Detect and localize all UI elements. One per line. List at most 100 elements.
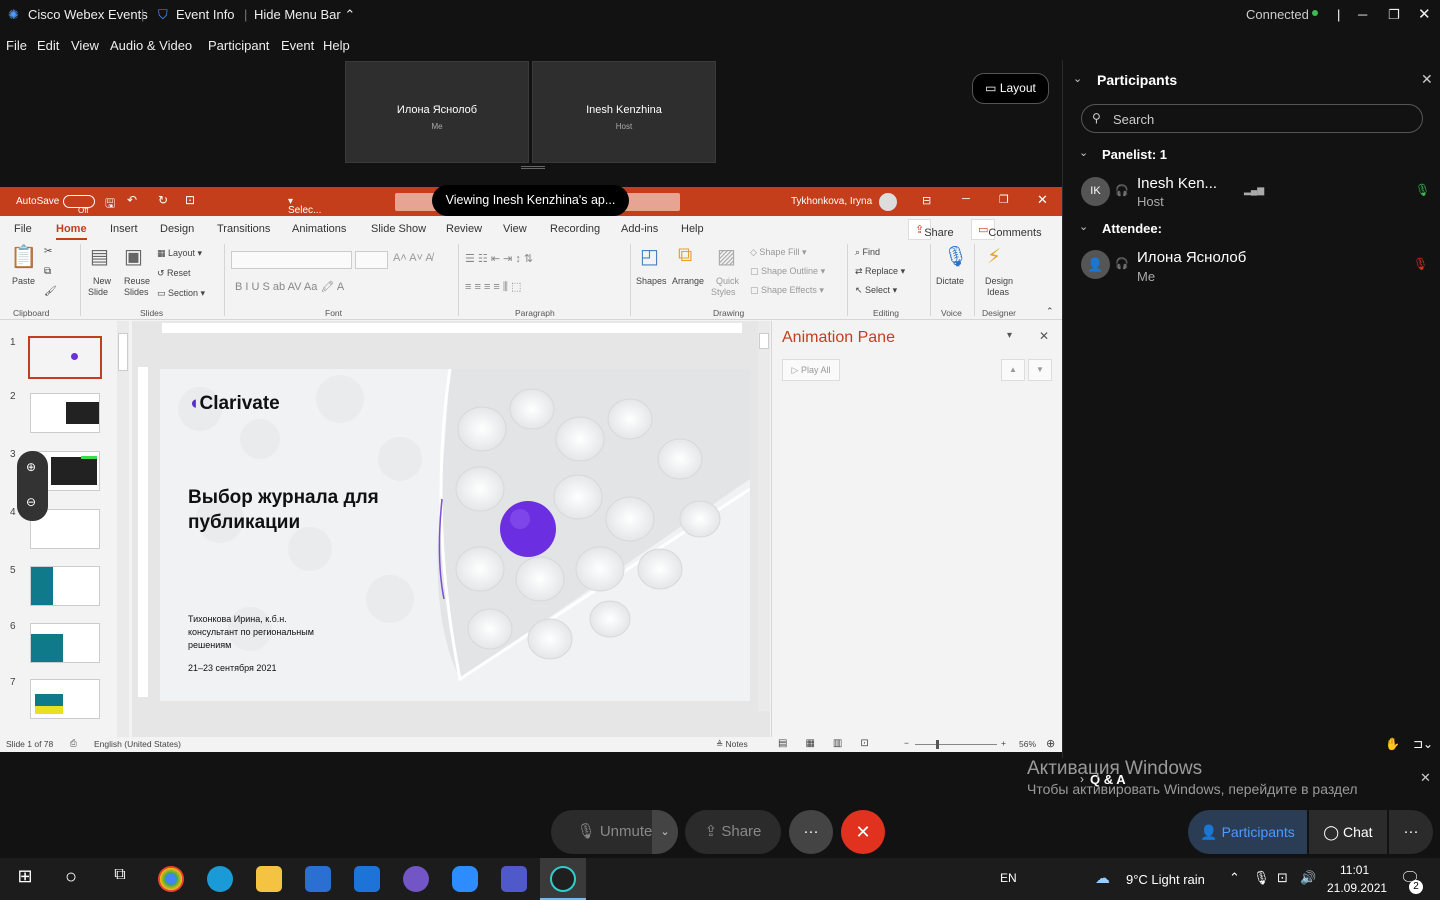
leave-meeting-button[interactable]: ✕ — [841, 810, 885, 854]
raise-hand-icon[interactable]: ✋ — [1385, 737, 1400, 751]
shapes-icon[interactable]: ◰ — [640, 244, 659, 269]
edge-icon[interactable] — [207, 866, 233, 892]
layout-ribbon-button[interactable]: ▦ Layout ▾ — [157, 248, 202, 259]
ppt-close-icon[interactable]: ✕ — [1037, 192, 1048, 208]
ppt-restore-icon[interactable]: ❐ — [999, 193, 1009, 206]
collapse-ribbon-icon[interactable]: ⌃ — [1046, 306, 1054, 317]
teams-icon[interactable] — [501, 866, 527, 892]
qa-chevron-icon[interactable]: › — [1080, 772, 1084, 786]
minimize-icon[interactable]: ─ — [1358, 7, 1367, 22]
input-language[interactable]: EN — [1000, 871, 1017, 885]
task-view-icon[interactable]: ⧉ — [107, 866, 133, 892]
restore-icon[interactable]: ❐ — [1388, 7, 1400, 23]
dictate-button[interactable]: Dictate — [936, 276, 964, 286]
more-reactions-icon[interactable]: ⊐⌄ — [1413, 737, 1433, 751]
find-button[interactable]: ⌕ Find — [855, 247, 880, 258]
participants-toggle-button[interactable]: 👤 Participants — [1188, 810, 1307, 854]
qa-title[interactable]: Q & A — [1090, 772, 1126, 787]
font-size-box[interactable] — [355, 251, 388, 269]
list-buttons[interactable]: ☰ ☷ ⇤ ⇥ ↕ ⇅ — [465, 252, 533, 265]
file-explorer-icon[interactable] — [256, 866, 282, 892]
slide-thumbnail-1[interactable] — [28, 336, 102, 379]
microphone-icon[interactable]: 🎙 — [943, 244, 968, 269]
clock-date[interactable]: 21.09.2021 — [1327, 881, 1387, 895]
tab-review[interactable]: Review — [446, 223, 482, 235]
slide-dates[interactable]: 21–23 сентября 2021 — [188, 663, 276, 673]
editor-scrollbar[interactable] — [758, 321, 770, 711]
tab-add-ins[interactable]: Add-ins — [621, 223, 658, 235]
slide-author[interactable]: Тихонкова Ирина, к.б.н. консультант по ре… — [188, 613, 314, 652]
menu-participant[interactable]: Participant — [208, 38, 269, 53]
copy-icon[interactable]: ⧉ — [44, 266, 51, 277]
viber-icon[interactable] — [403, 866, 429, 892]
design-ideas-icon[interactable]: ⚡ — [987, 244, 1001, 269]
menu-event[interactable]: Event — [281, 38, 314, 53]
reuse-slides-button[interactable]: Slides — [124, 287, 149, 297]
new-slide-button[interactable]: Slide — [88, 287, 108, 297]
reset-button[interactable]: ↺ Reset — [157, 268, 191, 279]
sharing-banner[interactable]: Viewing Inesh Kenzhina's ap... — [432, 185, 629, 216]
quick-styles-icon[interactable]: ▨ — [717, 244, 736, 269]
video-tile-me[interactable]: Илона Яснолоб Me — [345, 61, 529, 163]
tray-mic-icon[interactable]: 🎙 — [1253, 870, 1270, 886]
play-all-button[interactable]: ▷ Play All — [782, 359, 840, 381]
slide-thumbnail-5[interactable] — [30, 566, 100, 606]
tab-transitions[interactable]: Transitions — [217, 223, 270, 235]
share-content-button[interactable]: ⇪ Share — [685, 810, 781, 854]
tab-home[interactable]: Home — [56, 223, 87, 240]
paste-label[interactable]: Paste — [12, 276, 35, 286]
panelist-chevron-icon[interactable]: ⌄ — [1079, 146, 1088, 159]
mail-icon[interactable] — [354, 866, 380, 892]
panelist-header[interactable]: Panelist: 1 — [1102, 147, 1167, 162]
menu-file[interactable]: File — [6, 38, 27, 53]
shapes-button[interactable]: Shapes — [636, 276, 667, 286]
audio-options-chevron-icon[interactable]: ⌄ — [652, 810, 678, 854]
chrome-icon[interactable] — [158, 866, 184, 892]
present-icon[interactable]: ⊡ — [185, 193, 195, 207]
slide-thumbnail-2[interactable] — [30, 393, 100, 433]
shape-outline-button[interactable]: ▢ Shape Outline ▾ — [750, 266, 825, 277]
tab-file[interactable]: File — [14, 223, 32, 235]
event-info-button[interactable]: Event Info — [176, 7, 235, 22]
view-buttons[interactable]: ▤▦▥⊡ — [778, 738, 887, 749]
participant-row-host[interactable]: IK 🎧 Inesh Ken... Host ▂▄▆ 🎙 — [1063, 170, 1440, 214]
windows-start-icon[interactable]: ⊞ — [12, 866, 38, 892]
language-status[interactable]: English (United States) — [94, 739, 181, 749]
attendee-chevron-icon[interactable]: ⌄ — [1079, 220, 1088, 233]
menu-view[interactable]: View — [71, 38, 99, 53]
current-slide[interactable]: ◖Clarivate Выбор журнала для публикации Т… — [160, 369, 750, 701]
zoom-slider[interactable] — [915, 744, 997, 745]
move-up-icon[interactable]: ▲ — [1001, 359, 1025, 381]
shape-fill-button[interactable]: ◇ Shape Fill ▾ — [750, 247, 806, 258]
network-icon[interactable]: ⊡ — [1277, 870, 1288, 886]
panel-close-icon[interactable]: ✕ — [1421, 71, 1433, 88]
tab-help[interactable]: Help — [681, 223, 704, 235]
paste-icon[interactable]: 📋 — [10, 244, 37, 270]
zoom-icon[interactable] — [452, 866, 478, 892]
slide-title[interactable]: Выбор журнала для публикации — [188, 485, 379, 535]
zoom-percent[interactable]: 56% — [1019, 739, 1036, 749]
zoom-in-button[interactable]: + — [1001, 738, 1006, 748]
more-panels-button[interactable]: ··· — [1389, 810, 1433, 854]
tab-design[interactable]: Design — [160, 223, 194, 235]
search-icon[interactable]: ○ — [58, 866, 84, 892]
participant-row-me[interactable]: 👤 🎧 Илона Яснолоб Me 🎙 — [1063, 245, 1440, 289]
save-icon[interactable]: 🖫 — [105, 194, 115, 215]
more-options-button[interactable]: ··· — [789, 810, 833, 854]
drag-handle-icon[interactable] — [521, 166, 545, 169]
tab-recording[interactable]: Recording — [550, 223, 600, 235]
share-button[interactable]: ⇪ Share — [908, 219, 954, 240]
menu-help[interactable]: Help — [323, 38, 350, 53]
clock-time[interactable]: 11:01 — [1340, 863, 1369, 877]
fit-slide-icon[interactable]: ⊕ — [1046, 737, 1055, 750]
arrange-button[interactable]: Arrange — [672, 276, 704, 286]
volume-icon[interactable]: 🔊 — [1300, 870, 1316, 886]
user-avatar[interactable] — [879, 193, 897, 211]
tab-insert[interactable]: Insert — [110, 223, 138, 235]
replace-button[interactable]: ⇄ Replace ▾ — [855, 266, 905, 277]
tab-animations[interactable]: Animations — [292, 223, 346, 235]
hide-menu-bar-button[interactable]: Hide Menu Bar ⌃ — [254, 7, 355, 23]
comments-button[interactable]: ▭ Comments — [971, 219, 1042, 240]
font-size-controls[interactable]: A˄ A˅ A̸ — [393, 252, 433, 264]
pane-options-icon[interactable]: ▾ — [1007, 330, 1012, 341]
